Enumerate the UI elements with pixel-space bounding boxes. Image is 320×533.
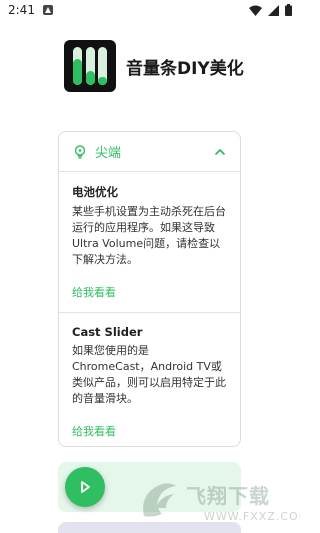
show-me-link[interactable]: 给我看看	[72, 284, 227, 312]
volume-sliders-icon	[64, 40, 116, 92]
wifi-icon	[249, 5, 262, 16]
lightbulb-icon	[74, 144, 86, 158]
tip-section-body: 某些手机设置为主动杀死在后台运行的应用程序。如果这导致Ultra Volume问…	[72, 205, 226, 266]
tips-card-title: 尖端	[95, 146, 122, 161]
tips-card: 尖端 电池优化 某些手机设置为主动杀死在后台运行的应用程序。如果这导致Ultra…	[58, 131, 241, 447]
play-icon	[81, 481, 90, 493]
app-title: 音量条DIY美化	[126, 58, 244, 79]
tip-section-title: Cast Slider	[72, 325, 143, 339]
tip-section-body: 如果您使用的是ChromeCast，Android TV或类似产品，则可以启用特…	[72, 344, 226, 405]
app-header: 音量条DIY美化	[64, 40, 244, 92]
show-me-link[interactable]: 给我看看	[72, 423, 227, 446]
next-card[interactable]	[58, 522, 241, 533]
chevron-up-icon[interactable]	[214, 146, 226, 158]
battery-icon	[285, 4, 292, 16]
notification-icon	[42, 5, 53, 15]
status-bar: 2:41	[0, 0, 300, 20]
tip-section-battery: 电池优化 某些手机设置为主动杀死在后台运行的应用程序。如果这导致Ultra Vo…	[59, 172, 240, 312]
play-button[interactable]	[65, 467, 105, 507]
tips-card-header[interactable]: 尖端	[59, 132, 240, 172]
tip-section-title: 电池优化	[72, 185, 118, 199]
signal-icon	[268, 4, 279, 16]
status-time: 2:41	[8, 3, 35, 17]
tip-section-cast-slider: Cast Slider 如果您使用的是ChromeCast，Android TV…	[59, 312, 240, 446]
app-screen: 2:41 音量条DIY美化 尖端 电池优化 某些手机设置为主动杀死在后台运行的应…	[0, 0, 300, 533]
